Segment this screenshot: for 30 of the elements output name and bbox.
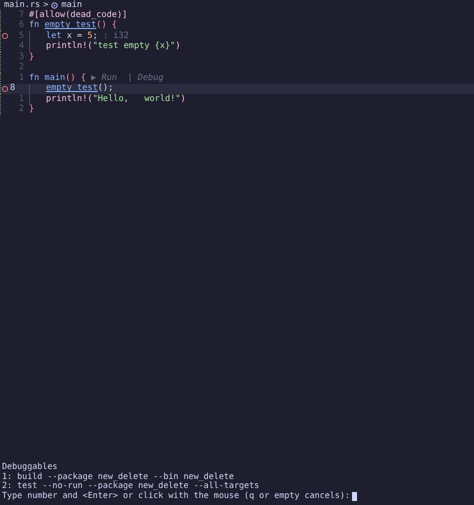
line-number: 1	[18, 94, 25, 104]
text-cursor	[352, 492, 357, 501]
line-number: 8	[9, 83, 16, 94]
code-line: fn main() { ▶ Run | Debug	[29, 72, 164, 84]
code-line: }	[29, 52, 34, 63]
line-number: 3	[18, 52, 25, 62]
terminal-line: 1: build --package new_delete --bin new_delete	[2, 472, 234, 482]
symbol-name[interactable]: main	[61, 1, 82, 10]
line-number: 1	[18, 72, 25, 84]
line-number: 2	[18, 104, 25, 116]
line-number: 2	[18, 62, 25, 74]
breakpoint-icon	[2, 33, 8, 40]
line-number: 4	[18, 41, 25, 52]
code-line: empty_test();	[46, 83, 114, 94]
file-name[interactable]: main.rs	[4, 1, 40, 10]
line-number: 7	[18, 10, 25, 20]
symbol-icon	[51, 2, 58, 9]
breadcrumb-separator: >	[43, 1, 48, 10]
line-number: 5	[18, 30, 25, 42]
code-line: #[allow(dead_code)]	[29, 10, 128, 20]
terminal-line: Debuggables	[2, 462, 58, 472]
terminal-line: 2: test --no-run --package new_delete --all-targets	[2, 481, 260, 492]
code-line: println!("test empty {x}")	[46, 41, 181, 52]
code-line: fn empty_test() {	[29, 20, 117, 31]
breakpoint-icon	[2, 86, 8, 92]
code-line: let x = 5; : i32	[46, 30, 129, 41]
line-number: 6	[18, 20, 25, 32]
terminal-line: Type number and <Enter> or click with the mouse (q or empty cancels):	[2, 491, 350, 501]
code-line: println!("Hello, world!")	[46, 94, 186, 105]
code-line: }	[29, 104, 34, 116]
